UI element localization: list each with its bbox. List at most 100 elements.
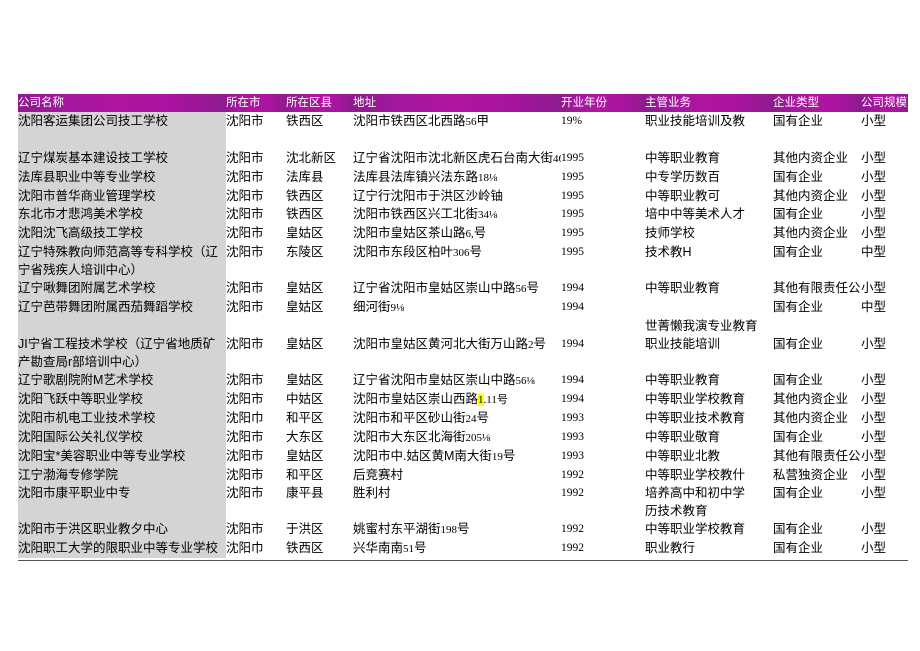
cell-name[interactable]: 辽宁歌剧院附M艺术学校: [18, 371, 226, 390]
table-row[interactable]: 沈阳市普华商业管理学校 沈阳市 铁西区 辽宁行沈阳市于洪区沙岭铀 1995 中等职业教可其…: [18, 187, 908, 205]
cell-business[interactable]: 职业技能培训及教: [645, 112, 773, 131]
cell-name[interactable]: 江宁渤海专修学院: [18, 466, 226, 484]
cell-business[interactable]: 中等职业教可: [645, 187, 773, 205]
cell-city[interactable]: 沈阳市: [226, 298, 286, 317]
cell-scale[interactable]: 小型: [861, 390, 908, 409]
cell-district[interactable]: 皇姑区: [286, 447, 353, 466]
cell-business[interactable]: 中等职业敬育: [645, 428, 773, 447]
cell-year[interactable]: 1994: [561, 390, 645, 409]
cell-year[interactable]: 1992: [561, 520, 645, 539]
cell-enterprise[interactable]: [773, 317, 861, 335]
cell-year[interactable]: 1992: [561, 484, 645, 502]
cell-business[interactable]: 职业技能培训: [645, 335, 773, 371]
cell-city[interactable]: 沈阳市: [226, 205, 286, 224]
cell-enterprise[interactable]: 其他内资企业: [773, 224, 861, 243]
cell-year[interactable]: 19%: [561, 112, 645, 131]
cell-enterprise[interactable]: 其他有限责任公司: [773, 447, 861, 466]
cell-address[interactable]: 辽宁省沈阳市皇姑区崇山中路56⅛: [353, 371, 561, 390]
cell-business[interactable]: 中等职业技术教育: [645, 409, 773, 428]
cell-name[interactable]: 沈阳市于洪区职业教夕中心: [18, 520, 226, 539]
cell-address[interactable]: 兴华南南51号: [353, 539, 561, 558]
cell-enterprise[interactable]: 国有企业: [773, 298, 861, 317]
cell-district[interactable]: 铁西区: [286, 112, 353, 131]
cell-enterprise[interactable]: 国有企业: [773, 205, 861, 224]
cell-district[interactable]: 皇姑区: [286, 224, 353, 243]
table-row[interactable]: 沈阳沈飞高级技工学校 沈阳市 皇姑区 沈阳市皇姑区茶山路6,号 1995 技师学校 其他内资…: [18, 224, 908, 243]
cell-city[interactable]: 沈阳市: [226, 371, 286, 390]
cell-district[interactable]: 铁西区: [286, 205, 353, 224]
column-header-city[interactable]: 所在市: [226, 94, 286, 112]
cell-address[interactable]: 沈阳市皇姑区黄河北大街万山路2号: [353, 335, 561, 371]
cell-business[interactable]: 技术教H: [645, 243, 773, 279]
cell-year[interactable]: 1992: [561, 466, 645, 484]
column-header-address[interactable]: 地址: [353, 94, 561, 112]
cell-business[interactable]: 中等职业教育: [645, 371, 773, 390]
cell-address[interactable]: [353, 131, 561, 149]
table-row[interactable]: 法库县职业中等专业学校 沈阳市 法库县 法库县法库镇兴法东路18⅛ 1995 中专学历数百…: [18, 168, 908, 187]
cell-address[interactable]: 沈阳市和平区砂山街24号: [353, 409, 561, 428]
table-row[interactable]: 沈阳国际公关礼仪学校 沈阳市 大东区 沈阳市大东区北海街205⅛ 1993 中等职业敬育国…: [18, 428, 908, 447]
cell-year[interactable]: 1995: [561, 243, 645, 279]
cell-enterprise[interactable]: [773, 131, 861, 149]
cell-scale[interactable]: 小型: [861, 187, 908, 205]
cell-address[interactable]: 沈阳市大东区北海街205⅛: [353, 428, 561, 447]
cell-year[interactable]: 1994: [561, 279, 645, 298]
cell-district[interactable]: 皇姑区: [286, 335, 353, 371]
cell-enterprise[interactable]: 其他内资企业: [773, 149, 861, 168]
table-row[interactable]: 辽宁煤炭基本建设技工学校沈阳市沈北新区辽宁省沈阳市沈北新区虎石台南大街46号19…: [18, 149, 908, 168]
cell-year[interactable]: 1995: [561, 205, 645, 224]
cell-enterprise[interactable]: 国有企业: [773, 112, 861, 131]
cell-enterprise[interactable]: [773, 502, 861, 520]
cell-address[interactable]: 姚蜜村东平湖街198号: [353, 520, 561, 539]
cell-year[interactable]: 1995: [561, 149, 645, 168]
cell-name[interactable]: 沈阳飞跃中等职业学校: [18, 390, 226, 409]
cell-address[interactable]: 后竞赛村: [353, 466, 561, 484]
cell-business[interactable]: 中等职业教育: [645, 279, 773, 298]
column-header-business[interactable]: 主管业务: [645, 94, 773, 112]
cell-district[interactable]: 皇姑区: [286, 298, 353, 317]
cell-enterprise[interactable]: 其他内资企业: [773, 187, 861, 205]
cell-scale[interactable]: 小型: [861, 466, 908, 484]
cell-city[interactable]: 沈阳市: [226, 390, 286, 409]
cell-enterprise[interactable]: 其他内资企业: [773, 409, 861, 428]
table-row[interactable]: 沈阳市机电工业技术学校 沈阳巾 和平区 沈阳市和平区砂山街24号 1993 中等职业技术教…: [18, 409, 908, 428]
cell-enterprise[interactable]: 国有企业: [773, 243, 861, 279]
cell-name[interactable]: 沈阳宝*美容职业中等专业学校: [18, 447, 226, 466]
cell-district[interactable]: 大东区: [286, 428, 353, 447]
cell-scale[interactable]: 小型: [861, 279, 908, 298]
cell-business[interactable]: 中专学历数百: [645, 168, 773, 187]
table-row[interactable]: 沈阳飞跃中等职业学校 沈阳市 中姑区 沈阳市皇姑区崇山西路1.11号 1994 中等职业学…: [18, 390, 908, 409]
table-row[interactable]: 东北市才悲鸿美术学校 沈阳市 铁西区 沈阳市铁西区兴工北街34⅛ 1995 培中中等美术人…: [18, 205, 908, 224]
cell-address[interactable]: 沈阳市铁西区兴工北街34⅛: [353, 205, 561, 224]
cell-scale[interactable]: 小型: [861, 205, 908, 224]
cell-enterprise[interactable]: 国有企业: [773, 168, 861, 187]
cell-district[interactable]: 中姑区: [286, 390, 353, 409]
cell-scale[interactable]: [861, 502, 908, 520]
cell-scale[interactable]: 小型: [861, 409, 908, 428]
cell-year[interactable]: 1993: [561, 447, 645, 466]
column-header-company-scale[interactable]: 公司规模: [861, 94, 908, 112]
cell-year[interactable]: 1995: [561, 187, 645, 205]
cell-district[interactable]: 康平县: [286, 484, 353, 502]
cell-city[interactable]: 沈阳市: [226, 243, 286, 279]
cell-business[interactable]: 中等职业学校教育: [645, 520, 773, 539]
cell-scale[interactable]: 小型: [861, 335, 908, 371]
cell-city[interactable]: 沈阳市: [226, 112, 286, 131]
table-row[interactable]: 沈阳市康平职业中专 沈阳市 康平县 胜利村 1992 培养高中和初中学 国有企业 小型: [18, 484, 908, 502]
cell-address[interactable]: [353, 502, 561, 520]
cell-name[interactable]: 沈阳客运集团公司技工学校: [18, 112, 226, 131]
cell-name[interactable]: 沈阳市普华商业管理学校: [18, 187, 226, 205]
cell-name[interactable]: 沈阳国际公关礼仪学校: [18, 428, 226, 447]
cell-year[interactable]: 1993: [561, 409, 645, 428]
table-row[interactable]: 辽宁特殊教向师范高等专科学校（辽宁省残疾人培训中心） 沈阳市 东陵区 沈阳市东段区柏叶…: [18, 243, 908, 279]
cell-scale[interactable]: 小型: [861, 539, 908, 558]
cell-district[interactable]: 铁西区: [286, 539, 353, 558]
table-row[interactable]: 江宁渤海专修学院 沈阳市 和平区 后竞赛村 1992 中等职业学校教什 私营独资企业 小型: [18, 466, 908, 484]
cell-name[interactable]: 辽宁特殊教向师范高等专科学校（辽宁省残疾人培训中心）: [18, 243, 226, 279]
table-row[interactable]: [18, 131, 908, 149]
cell-enterprise[interactable]: 国有企业: [773, 539, 861, 558]
cell-city[interactable]: 沈阳市: [226, 168, 286, 187]
cell-name[interactable]: 沈阳职工大学的限职业中等专业学校: [18, 539, 226, 558]
cell-district[interactable]: 沈北新区: [286, 149, 353, 168]
cell-business[interactable]: 中等职业学校教什: [645, 466, 773, 484]
